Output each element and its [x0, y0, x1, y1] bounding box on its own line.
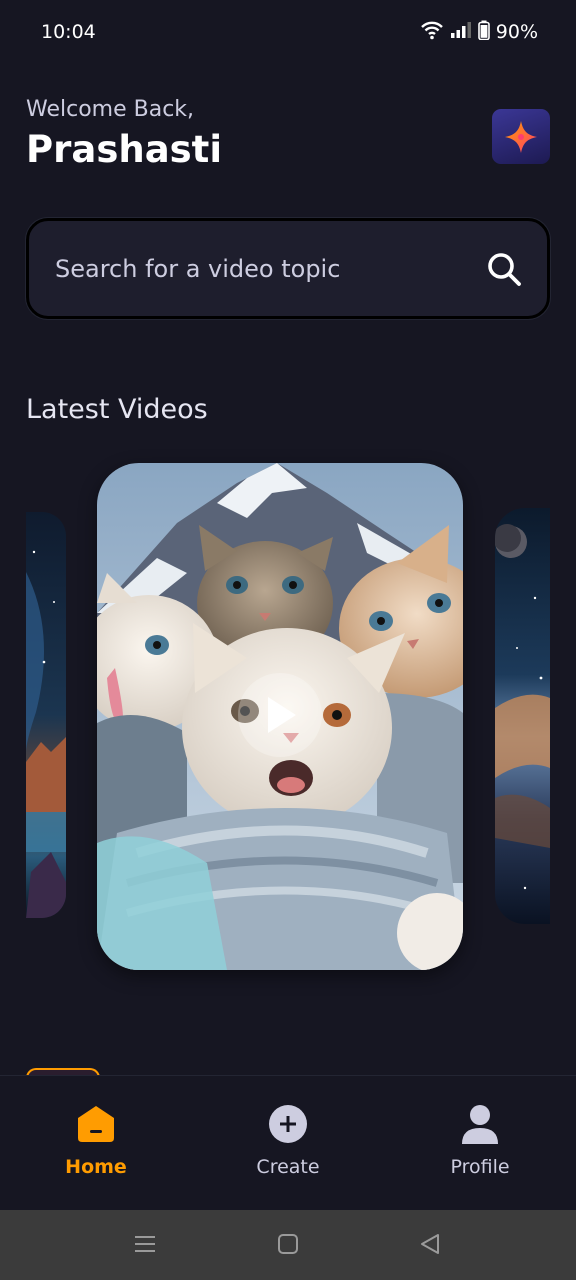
tab-home-label: Home [65, 1156, 127, 1178]
video-card-right[interactable] [495, 508, 550, 924]
welcome-text: Welcome Back, [26, 97, 195, 122]
battery-percentage: 90% [495, 21, 538, 43]
status-bar: 10:04 90% [0, 0, 576, 66]
video-card-left[interactable] [26, 512, 66, 918]
tab-profile-label: Profile [450, 1156, 510, 1178]
tab-create[interactable]: Create [228, 1076, 348, 1211]
tab-home[interactable]: Home [36, 1076, 156, 1211]
signal-icon [450, 21, 472, 43]
username: Prashasti [26, 128, 223, 171]
video-card-featured[interactable] [97, 463, 463, 970]
play-icon[interactable] [238, 673, 322, 757]
sparkle-logo-icon [492, 109, 550, 164]
search-input[interactable] [55, 221, 475, 316]
home-square-icon[interactable] [276, 1232, 304, 1260]
status-indicators: 90% [420, 20, 538, 44]
search-box [26, 218, 550, 319]
home-screen: 10:04 90% Welcome Back, Prashasti Search… [0, 0, 576, 1280]
system-nav-bar [0, 1210, 576, 1280]
status-time: 10:04 [41, 21, 96, 43]
tab-profile[interactable]: Profile [420, 1076, 540, 1211]
tab-create-label: Create [256, 1156, 320, 1178]
battery-icon [477, 20, 490, 44]
user-icon [460, 1104, 500, 1144]
recent-apps-icon[interactable] [133, 1232, 161, 1260]
latest-videos-title: Latest Videos [26, 394, 208, 425]
space-landscape-thumbnail [26, 512, 66, 918]
wifi-icon [420, 20, 444, 44]
bottom-tab-bar: Home Create Profile [0, 1075, 576, 1210]
home-icon [76, 1104, 116, 1144]
plus-circle-icon [268, 1104, 308, 1144]
search-icon[interactable] [485, 250, 523, 288]
cosmic-thumbnail [495, 508, 550, 924]
back-triangle-icon[interactable] [418, 1232, 446, 1260]
